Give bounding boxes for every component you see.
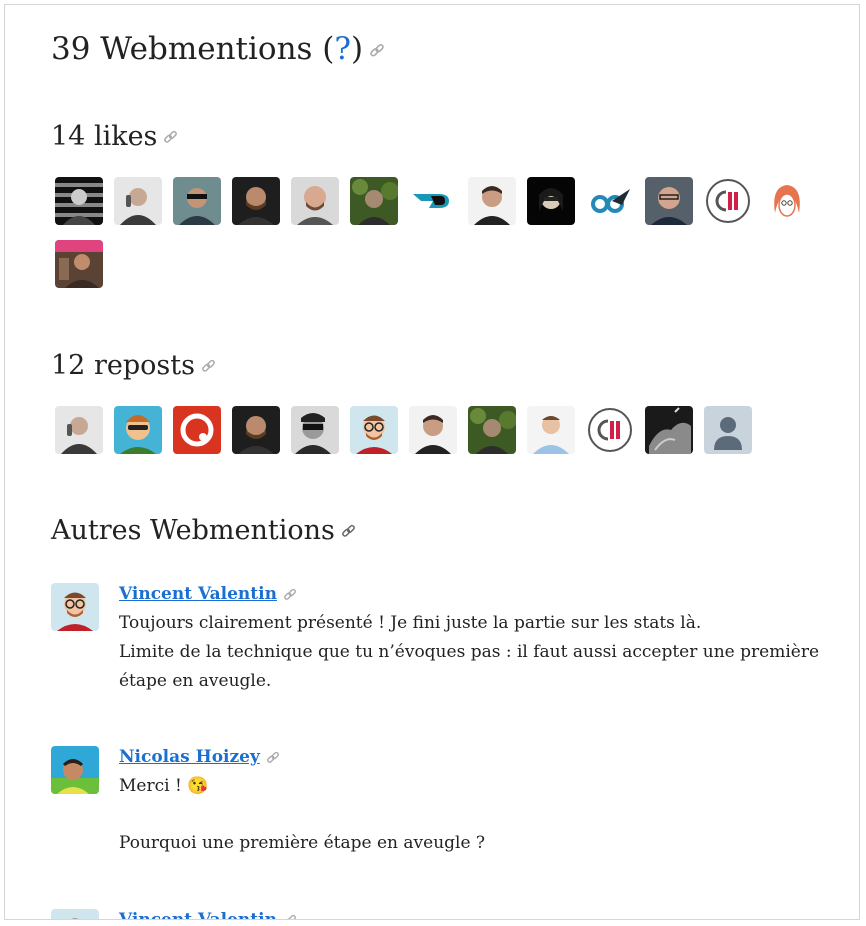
like-avatar-10[interactable] [586, 177, 634, 225]
title-prefix: 39 Webmentions ( [51, 31, 335, 67]
other-mentions-permalink-icon[interactable] [341, 524, 356, 539]
like-avatar-6[interactable] [350, 177, 398, 225]
like-avatar-12[interactable] [704, 177, 752, 225]
reposts-heading: 12 reposts [51, 350, 216, 381]
mention-author-link[interactable]: Nicolas Hoizey [119, 747, 260, 767]
mention-text-line: Limite de la technique que tu n’évoques … [119, 642, 820, 691]
mention-body: Vincent Valentin Toujours clairement pré… [119, 583, 819, 696]
help-link[interactable]: ? [334, 31, 351, 67]
repost-avatar-1[interactable] [55, 406, 103, 454]
likes-facepile [55, 177, 835, 303]
mention-author-link[interactable]: Vincent Valentin [119, 584, 277, 604]
like-avatar-9[interactable] [527, 177, 575, 225]
mention-avatar[interactable] [51, 583, 99, 631]
like-avatar-4[interactable] [232, 177, 280, 225]
webmentions-title: 39 Webmentions (?) [51, 31, 385, 67]
reposts-heading-text: 12 reposts [51, 350, 195, 381]
mention-text-line: Toujours clairement présenté ! Je fini j… [119, 613, 702, 633]
repost-avatar-11[interactable] [645, 406, 693, 454]
reposts-permalink-icon[interactable] [201, 359, 216, 374]
like-avatar-5[interactable] [291, 177, 339, 225]
like-avatar-7[interactable] [409, 177, 457, 225]
repost-avatar-6[interactable] [350, 406, 398, 454]
repost-avatar-5[interactable] [291, 406, 339, 454]
title-suffix: ) [351, 31, 364, 67]
mention-avatar[interactable] [51, 909, 99, 919]
mention-text-line: Pourquoi une première étape en aveugle ? [119, 833, 486, 853]
repost-avatar-2[interactable] [114, 406, 162, 454]
mention-body: Nicolas Hoizey Merci ! 😘 Pourquoi une pr… [119, 746, 819, 858]
like-avatar-8[interactable] [468, 177, 516, 225]
like-avatar-3[interactable] [173, 177, 221, 225]
like-avatar-14[interactable] [55, 240, 103, 288]
likes-permalink-icon[interactable] [163, 130, 178, 145]
mention-avatar[interactable] [51, 746, 99, 794]
like-avatar-13[interactable] [763, 177, 811, 225]
repost-avatar-9[interactable] [527, 406, 575, 454]
mention-body: Vincent Valentin [119, 909, 819, 919]
like-avatar-2[interactable] [114, 177, 162, 225]
likes-heading: 14 likes [51, 121, 178, 152]
permalink-icon[interactable] [369, 43, 385, 59]
repost-avatar-8[interactable] [468, 406, 516, 454]
mention-permalink-icon[interactable] [283, 914, 297, 919]
mention-text-line: Merci ! 😘 [119, 776, 209, 796]
other-mentions-heading: Autres Webmentions [51, 515, 356, 546]
reposts-facepile [55, 406, 835, 469]
repost-avatar-7[interactable] [409, 406, 457, 454]
mention-content: Merci ! 😘 Pourquoi une première étape en… [119, 772, 819, 858]
likes-heading-text: 14 likes [51, 121, 158, 152]
mention-author-link[interactable]: Vincent Valentin [119, 910, 277, 919]
other-mentions-heading-text: Autres Webmentions [51, 515, 335, 546]
mention-permalink-icon[interactable] [266, 751, 280, 765]
repost-avatar-10[interactable] [586, 406, 634, 454]
repost-avatar-4[interactable] [232, 406, 280, 454]
like-avatar-11[interactable] [645, 177, 693, 225]
like-avatar-1[interactable] [55, 177, 103, 225]
repost-avatar-3[interactable] [173, 406, 221, 454]
repost-avatar-12[interactable] [704, 406, 752, 454]
mention-content: Toujours clairement présenté ! Je fini j… [119, 609, 819, 696]
webmentions-panel: 39 Webmentions (?) 14 likes 12 reposts A… [4, 4, 860, 920]
mention-permalink-icon[interactable] [283, 588, 297, 602]
